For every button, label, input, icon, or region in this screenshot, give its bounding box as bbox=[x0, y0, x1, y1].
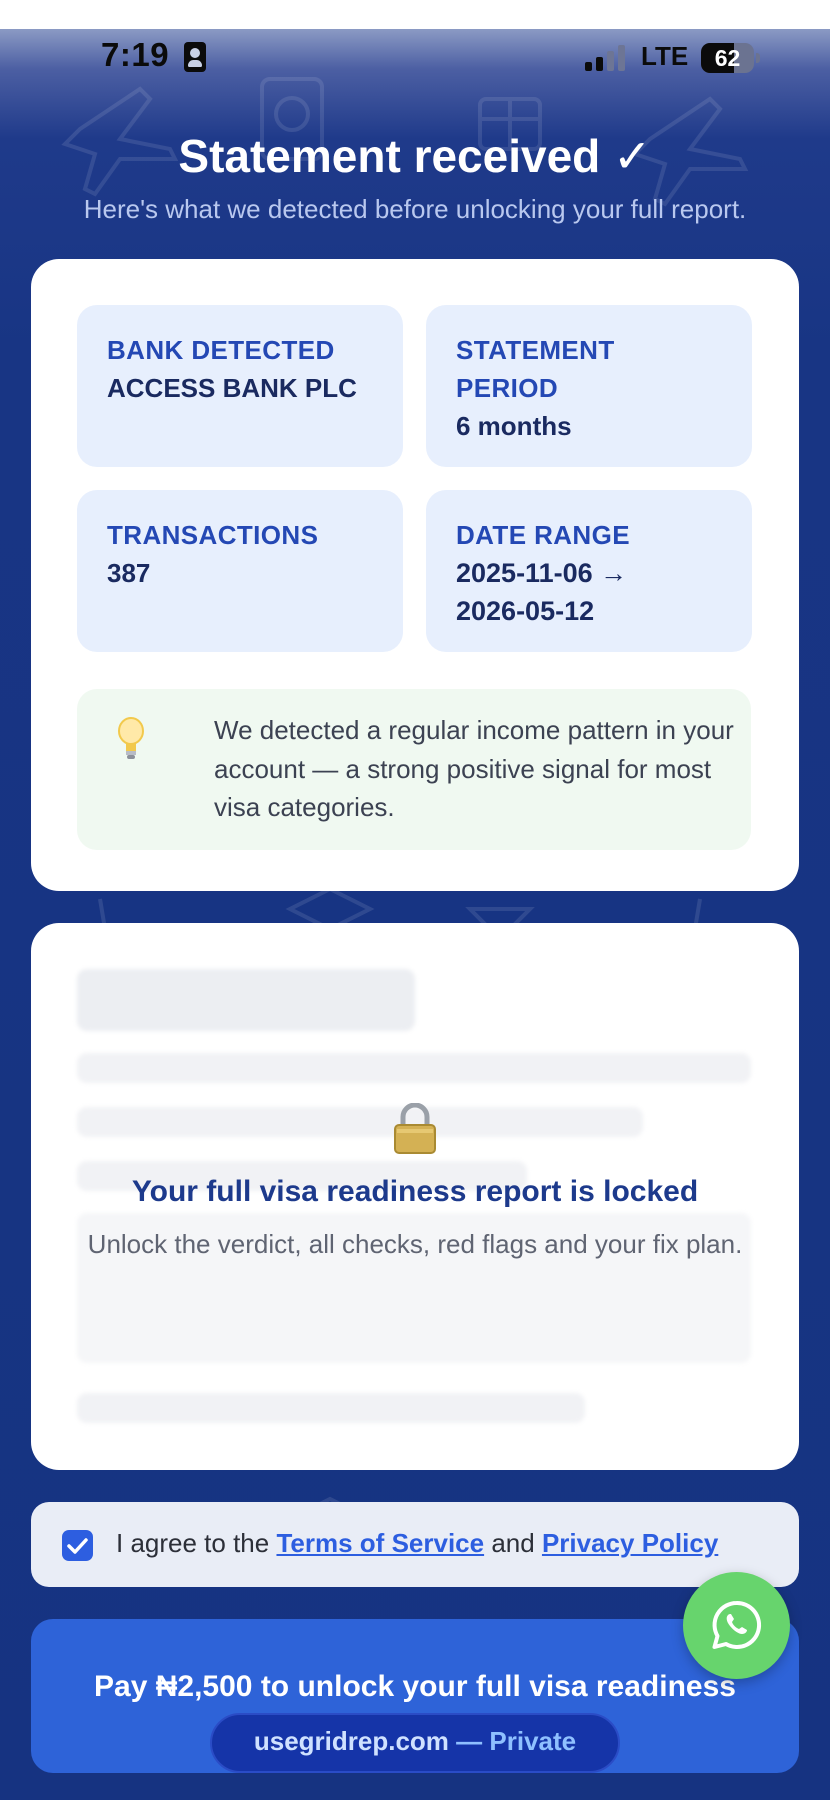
terms-checkbox[interactable] bbox=[62, 1530, 93, 1561]
statement-summary-card: BANK DETECTED ACCESS BANK PLC STATEMENT … bbox=[31, 259, 799, 891]
url-domain: usegridrep.com bbox=[253, 1726, 449, 1756]
battery-percent: 62 bbox=[714, 45, 741, 71]
income-insight-banner: We detected a regular income pattern in … bbox=[77, 689, 751, 850]
income-insight-text: We detected a regular income pattern in … bbox=[214, 715, 734, 822]
blurred-placeholder bbox=[77, 1107, 643, 1137]
status-time: 7:19 bbox=[101, 36, 170, 73]
bank-detected-tile: BANK DETECTED ACCESS BANK PLC bbox=[77, 305, 403, 467]
whatsapp-chat-button[interactable] bbox=[683, 1572, 790, 1679]
date-range-label: DATE RANGE bbox=[456, 520, 630, 550]
cellular-signal-icon bbox=[585, 45, 629, 71]
blurred-placeholder bbox=[77, 1053, 751, 1083]
browser-url-bar[interactable]: usegridrep.com — Private bbox=[210, 1713, 620, 1773]
lock-icon bbox=[394, 1103, 436, 1154]
locked-report-title: Your full visa readiness report is locke… bbox=[131, 1175, 699, 1208]
bank-detected-label: BANK DETECTED bbox=[107, 335, 335, 365]
battery-icon: 62 bbox=[701, 43, 754, 73]
network-type: LTE bbox=[641, 41, 689, 71]
transactions-value: 387 bbox=[107, 558, 151, 588]
status-bar: 7:19 LTE 62 bbox=[0, 29, 830, 87]
date-range-start: 2025-11-06 → bbox=[456, 558, 628, 588]
blurred-placeholder bbox=[77, 969, 415, 1031]
statement-period-tile: STATEMENT PERIOD 6 months bbox=[426, 305, 752, 467]
lightbulb-icon bbox=[118, 717, 144, 759]
agreement-text: I agree to the Terms of Service and Priv… bbox=[116, 1528, 718, 1559]
app-screen: 7:19 LTE 62 Statement received ✓ Here's … bbox=[0, 29, 830, 1800]
battery-tip bbox=[756, 53, 760, 63]
statement-period-label-line2: PERIOD bbox=[456, 373, 559, 403]
checkmark-icon bbox=[67, 1538, 88, 1554]
blurred-placeholder bbox=[77, 1393, 585, 1423]
terms-of-service-link[interactable]: Terms of Service bbox=[276, 1528, 484, 1558]
locked-report-card: Your full visa readiness report is locke… bbox=[31, 923, 799, 1470]
page-subtitle: Here's what we detected before unlocking… bbox=[83, 194, 747, 224]
statement-period-label-line1: STATEMENT bbox=[456, 335, 615, 365]
privacy-policy-link[interactable]: Privacy Policy bbox=[542, 1528, 718, 1558]
private-mode-label: — Private bbox=[456, 1726, 577, 1756]
bank-detected-value: ACCESS BANK PLC bbox=[107, 373, 357, 403]
locked-report-subtitle: Unlock the verdict, all checks, red flag… bbox=[87, 1229, 743, 1259]
transactions-label: TRANSACTIONS bbox=[107, 520, 319, 550]
agreement-prefix: I agree to the bbox=[116, 1528, 270, 1558]
date-range-end: 2026-05-12 bbox=[456, 596, 595, 626]
agreement-conjunction: and bbox=[491, 1528, 535, 1558]
contact-card-icon bbox=[184, 42, 206, 72]
transactions-tile: TRANSACTIONS 387 bbox=[77, 490, 403, 652]
whatsapp-icon bbox=[712, 1600, 762, 1649]
date-range-tile: DATE RANGE 2025-11-06 → 2026-05-12 bbox=[426, 490, 752, 652]
statement-period-value: 6 months bbox=[456, 411, 572, 441]
page-title: Statement received ✓ bbox=[178, 130, 652, 182]
terms-agreement: I agree to the Terms of Service and Priv… bbox=[31, 1502, 799, 1587]
